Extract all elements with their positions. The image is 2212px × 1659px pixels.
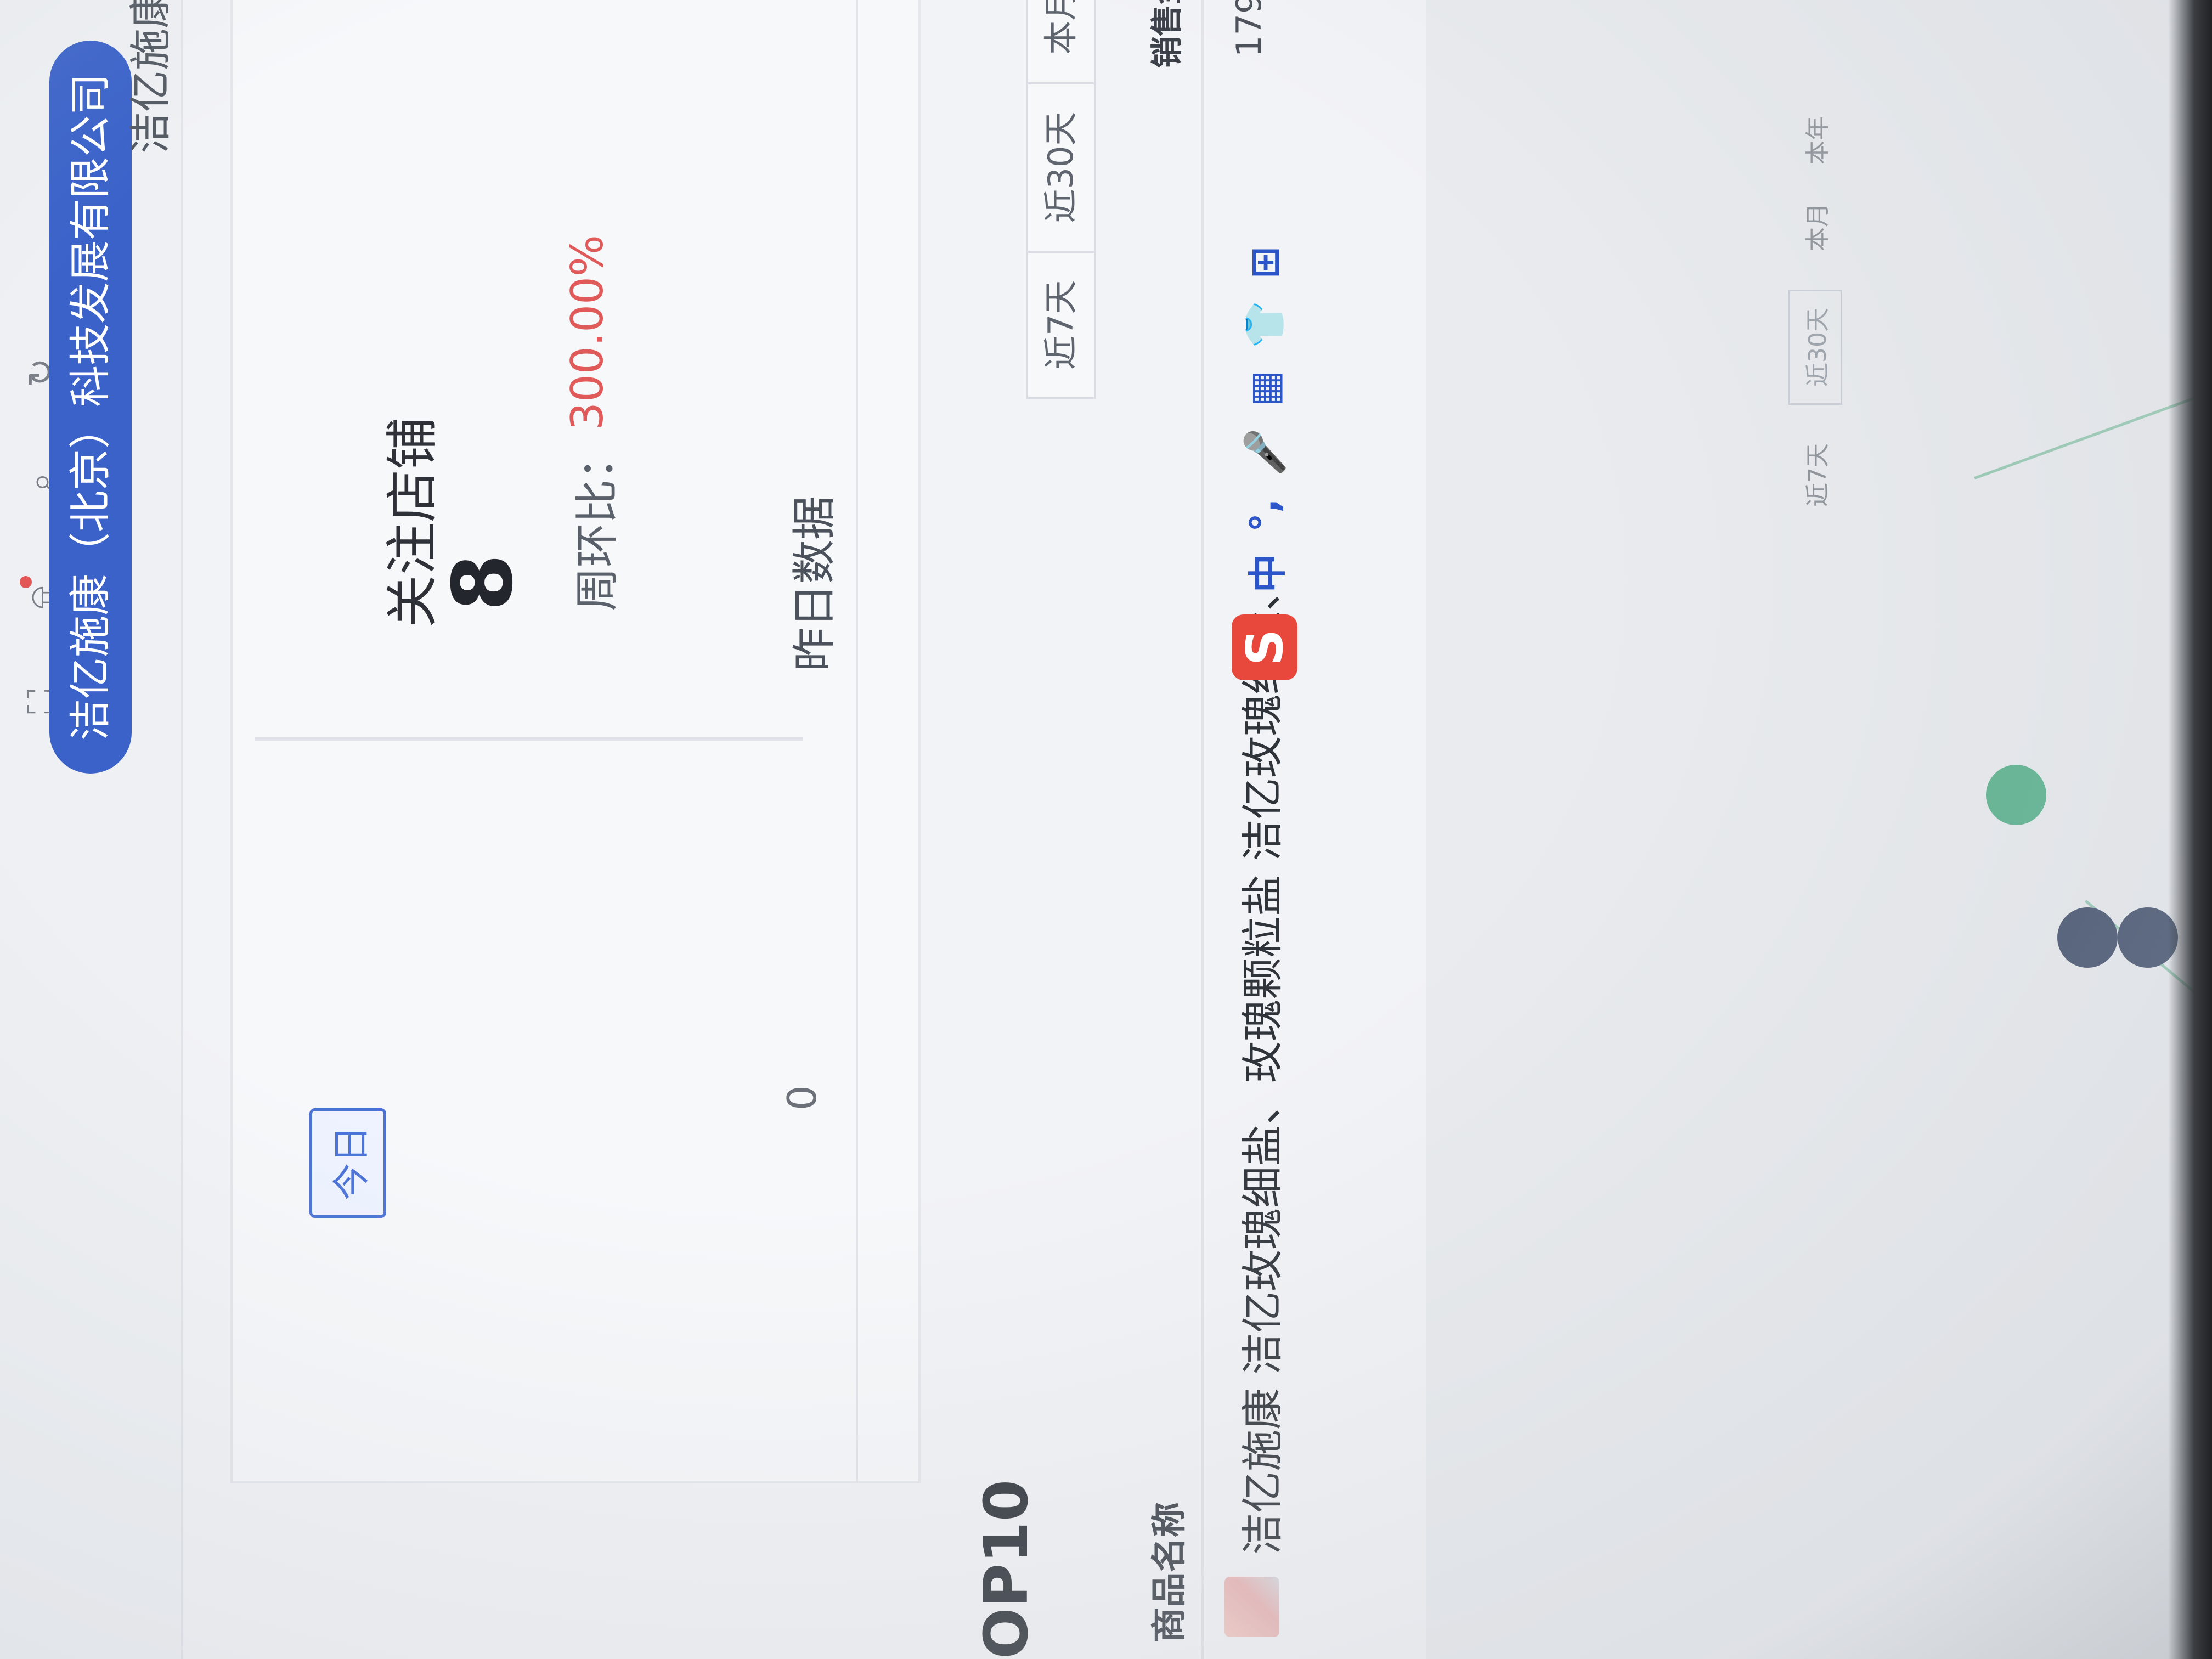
top10-title: OP10 [971,1479,1041,1659]
screen: ↻ ⌕ ⍾ ⛶ 今日 关注店铺 8 周环比： 300.00% 0 昨日数据 OP… [0,0,2212,1659]
week-compare-label: 周环比： [572,436,623,611]
column-sales-amount: 销售金额 [1148,0,1186,68]
lower-tab-month[interactable]: 本月 [1798,203,1833,251]
lower-tab-30d[interactable]: 近30天 [1788,290,1842,405]
lower-tab-year[interactable]: 本年 [1798,116,1833,165]
ime-chinese-toggle[interactable]: 中 [1237,554,1293,592]
range-tab-month[interactable]: 本月 [1026,0,1096,84]
yesterday-row: 0 昨日数据 [757,0,858,1483]
week-compare-value: 300.00% [562,235,613,430]
table-header: 商品名称 销售金额 [1119,0,1204,1659]
dashboard-page: ↻ ⌕ ⍾ ⛶ 今日 关注店铺 8 周环比： 300.00% 0 昨日数据 OP… [0,0,2212,1659]
notification-dot [20,576,32,588]
range-tabs: 近7天 近30天 本月 [1026,0,1096,399]
range-tab-7d[interactable]: 近7天 [1026,250,1096,399]
product-name: 洁亿施康 洁亿玫瑰细盐、玫瑰颗粒盐 洁亿玫瑰细盐、 [1238,569,1287,1555]
sales-amount: 179.10 [1229,0,1269,57]
range-tab-30d[interactable]: 近30天 [1026,82,1096,253]
map-marker-icon[interactable] [2057,907,2118,968]
map-marker-icon[interactable] [1986,765,2046,825]
keyboard-icon[interactable]: ▦ [1242,370,1287,407]
microphone-icon[interactable]: 🎤 [1242,428,1288,476]
tab-today[interactable]: 今日 [309,1108,386,1218]
stat-value: 8 [436,554,531,611]
lower-panel: 近7天 近30天 本月 本年 [1426,0,2212,1659]
lower-range-tabs: 近7天 近30天 本月 本年 [1788,116,1842,507]
lower-tab-7d[interactable]: 近7天 [1798,443,1833,507]
skin-icon[interactable]: 👕 [1242,301,1288,348]
ime-toolbar: S 中 °, 🎤 ▦ 👕 ⊞ [1229,246,1300,680]
account-name[interactable]: 洁亿施康（天 [110,0,192,154]
product-thumbnail [1224,1577,1279,1637]
ime-punctuation-icon[interactable]: °, [1242,498,1287,532]
yesterday-label: 昨日数据 [789,496,840,672]
follow-store-stat: 关注店铺 8 周环比： 300.00% [255,0,803,741]
ime-logo-icon[interactable]: S [1232,614,1297,680]
yesterday-value: 0 [779,1085,825,1110]
monitor-bezel [2168,0,2212,1659]
toolbox-icon[interactable]: ⊞ [1242,246,1287,279]
stat-title: 关注店铺 [382,417,443,628]
column-product-name: 商品名称 [1149,1502,1190,1643]
